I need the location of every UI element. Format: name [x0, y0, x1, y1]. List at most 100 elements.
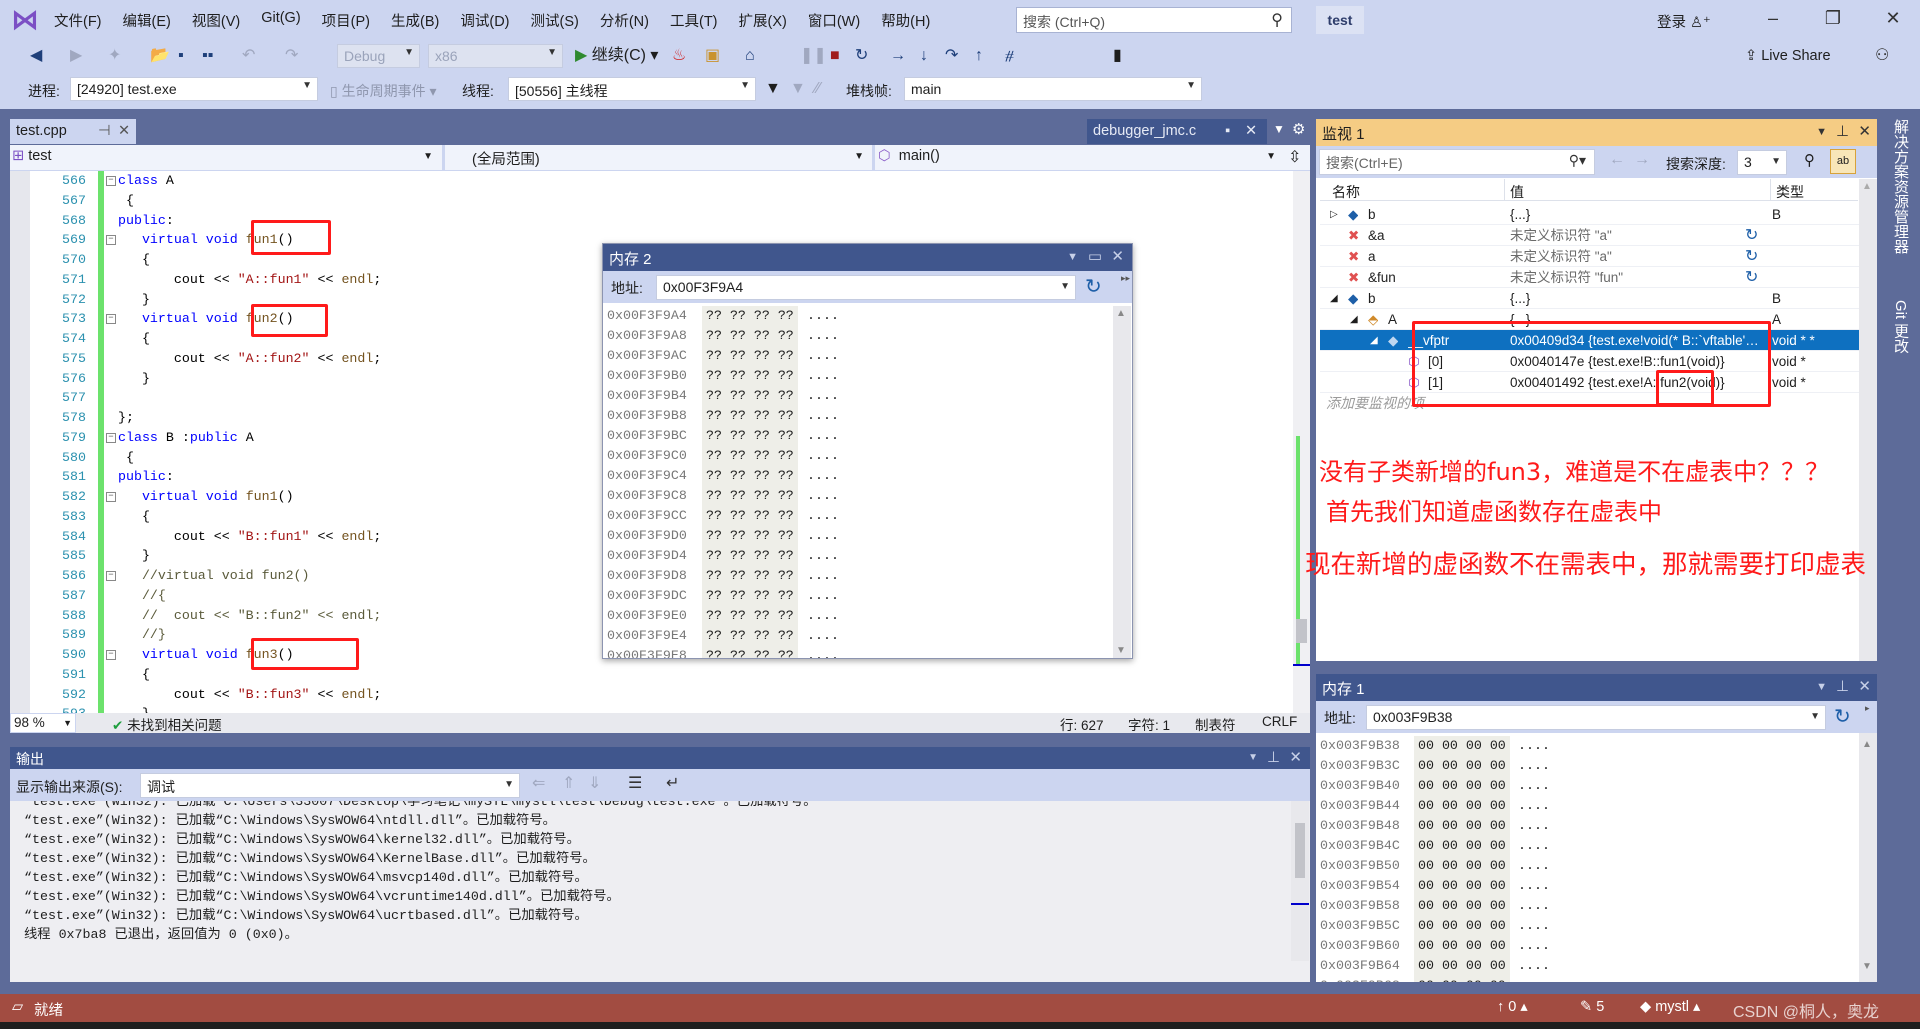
- hot-reload-icon[interactable]: ♨: [672, 45, 686, 67]
- tab-debugger-jmc[interactable]: debugger_jmc.c ▪ ✕: [1087, 119, 1267, 144]
- refresh-icon[interactable]: ↻: [1834, 704, 1851, 729]
- stop-icon[interactable]: ■: [830, 45, 840, 67]
- split-editor-icon[interactable]: ⇳: [1288, 147, 1301, 167]
- dropdown-icon[interactable]: ▼: [1816, 681, 1827, 693]
- memory-1-scrollbar[interactable]: ▲ ▼: [1859, 733, 1877, 982]
- indent-indicator[interactable]: 制表符: [1195, 714, 1236, 734]
- project-dropdown[interactable]: ⊞ test ▼: [12, 148, 437, 168]
- refresh-icon[interactable]: ↻: [1085, 274, 1102, 299]
- menu-item[interactable]: 文件(F): [54, 10, 102, 31]
- address-input[interactable]: 0x00F3F9A4 ▼: [656, 275, 1076, 300]
- pin-filter-icon[interactable]: ⚲: [1804, 151, 1815, 169]
- pin-icon[interactable]: ⊣: [98, 123, 111, 139]
- pause-icon[interactable]: ❚❚: [800, 45, 827, 67]
- watch-row[interactable]: ◢ ◆ __vfptr 0x00409d34 {test.exe!void(* B::…: [1320, 330, 1873, 351]
- dropdown-icon[interactable]: ▼: [1067, 251, 1078, 263]
- editor-vertical-scrollbar[interactable]: [1293, 171, 1310, 713]
- tab-test-cpp[interactable]: test.cpp ⊣ ✕: [10, 119, 136, 144]
- watch-name[interactable]: b: [1368, 288, 1503, 309]
- close-icon[interactable]: ✕: [1858, 677, 1871, 695]
- memory-bytes[interactable]: ?? ?? ?? ??: [702, 446, 798, 466]
- memory-bytes[interactable]: 00 00 00 00: [1414, 956, 1510, 976]
- side-tab-solution-explorer[interactable]: 解决方案资源管理器: [1890, 119, 1911, 254]
- application-icon[interactable]: ⌂: [745, 45, 755, 67]
- memory-bytes[interactable]: ?? ?? ?? ??: [702, 346, 798, 366]
- output-source-select[interactable]: 调试 ▼: [140, 773, 520, 798]
- watch-name[interactable]: a: [1368, 246, 1503, 267]
- watch-value[interactable]: {...}: [1510, 288, 1766, 309]
- clear-all-icon[interactable]: ☰: [628, 773, 642, 795]
- column-header-value[interactable]: 值: [1510, 182, 1524, 202]
- filter-icon[interactable]: ▼: [765, 78, 781, 100]
- flag-threads-icon[interactable]: ⁄⁄: [815, 78, 820, 100]
- step-over-icon[interactable]: ↷: [945, 45, 958, 67]
- menu-item[interactable]: 窗口(W): [808, 10, 860, 31]
- collapse-icon[interactable]: −: [106, 492, 116, 502]
- redo-icon[interactable]: ↷: [285, 45, 298, 67]
- watch-value[interactable]: 未定义标识符 "a": [1510, 225, 1766, 246]
- menu-item[interactable]: 测试(S): [531, 10, 579, 31]
- pin-icon[interactable]: ⊥: [1267, 748, 1280, 766]
- menu-item[interactable]: 分析(N): [600, 10, 649, 31]
- maximize-icon[interactable]: ▭: [1088, 247, 1102, 265]
- memory-bytes[interactable]: 00 00 00 00: [1414, 916, 1510, 936]
- memory-bytes[interactable]: 00 00 00 00: [1414, 856, 1510, 876]
- filter-off-icon[interactable]: ▼: [790, 78, 806, 100]
- refresh-icon[interactable]: ↻: [1745, 246, 1758, 267]
- settings-gear-icon[interactable]: ⚙: [1292, 120, 1305, 138]
- memory-2-scrollbar[interactable]: ▲ ▼: [1113, 306, 1131, 658]
- show-next-statement-icon[interactable]: →: [890, 45, 906, 67]
- collapse-icon[interactable]: −: [106, 432, 116, 443]
- bookmark-icon[interactable]: ▮: [1113, 45, 1122, 67]
- push-indicator[interactable]: ↑ 0 ▴: [1497, 999, 1528, 1015]
- memory-bytes[interactable]: ?? ?? ?? ??: [702, 406, 798, 426]
- watch-name[interactable]: A: [1388, 309, 1503, 330]
- watch-row[interactable]: ◢ ◆ b {...} B: [1320, 288, 1873, 309]
- hex-display-icon[interactable]: ⧣: [1005, 45, 1014, 67]
- watch-name[interactable]: b: [1368, 204, 1503, 225]
- forward-icon[interactable]: ▶: [70, 45, 82, 67]
- watch-name[interactable]: [0]: [1428, 351, 1503, 372]
- watch-name[interactable]: &fun: [1368, 267, 1503, 288]
- changes-indicator[interactable]: ✎ 5: [1580, 999, 1604, 1015]
- hex-toggle-icon[interactable]: ab: [1830, 149, 1856, 174]
- process-select[interactable]: [24920] test.exe ▼: [70, 77, 318, 101]
- repository-indicator[interactable]: ◆ mystl ▴: [1640, 999, 1700, 1015]
- collapse-icon[interactable]: −: [106, 176, 116, 186]
- platform-select[interactable]: x86 ▼: [428, 44, 563, 68]
- restore-button[interactable]: ❐: [1818, 8, 1848, 29]
- issues-indicator[interactable]: ✔ 未找到相关问题: [112, 714, 222, 734]
- restart-icon[interactable]: ↻: [855, 45, 868, 67]
- close-tab-icon[interactable]: ✕: [1245, 123, 1257, 139]
- goto-location-icon[interactable]: ⇐: [532, 773, 545, 795]
- scroll-up-icon[interactable]: ▲: [1862, 739, 1872, 750]
- watch-row[interactable]: ⬡ [1] 0x00401492 {test.exe!A::fun2(void)} v…: [1320, 372, 1873, 393]
- output-scrollbar[interactable]: [1291, 801, 1309, 961]
- word-wrap-icon[interactable]: ↵: [666, 773, 679, 795]
- watch-titlebar[interactable]: 监视 1 ▼ ⊥ ✕: [1316, 119, 1877, 146]
- minimize-button[interactable]: –: [1758, 8, 1788, 29]
- zoom-select[interactable]: 98 % ▼: [10, 713, 76, 733]
- memory-1-titlebar[interactable]: 内存 1 ▼ ⊥ ✕: [1316, 674, 1877, 701]
- overflow-icon[interactable]: ▸▸: [1121, 273, 1130, 284]
- memory-bytes[interactable]: ?? ?? ?? ??: [702, 386, 798, 406]
- feedback-icon[interactable]: ⚇: [1875, 45, 1889, 67]
- collapse-icon[interactable]: −: [106, 235, 116, 246]
- memory-bytes[interactable]: 00 00 00 00: [1414, 836, 1510, 856]
- collapse-icon[interactable]: −: [106, 650, 116, 660]
- close-icon[interactable]: ✕: [1289, 748, 1302, 766]
- watch-row[interactable]: ⬡ [0] 0x0040147e {test.exe!B::fun1(void)} v…: [1320, 351, 1873, 372]
- stackframe-select[interactable]: main ▼: [904, 77, 1202, 101]
- menu-item[interactable]: 工具(T): [670, 10, 718, 31]
- add-watch-item-input[interactable]: 添加要监视的项: [1326, 393, 1424, 413]
- scrollbar-thumb[interactable]: [1295, 823, 1305, 878]
- tab-list-dropdown-icon[interactable]: ▼: [1273, 122, 1285, 136]
- solution-config-select[interactable]: Debug ▼: [337, 44, 420, 68]
- memory-bytes[interactable]: ?? ?? ?? ??: [702, 426, 798, 446]
- close-icon[interactable]: ✕: [1858, 122, 1871, 140]
- watch-row[interactable]: ✖ a 未定义标识符 "a" ↻: [1320, 246, 1873, 267]
- memory-2-titlebar[interactable]: 内存 2 ▼ ▭ ✕: [603, 244, 1132, 271]
- scrollbar-thumb[interactable]: [1296, 619, 1307, 643]
- menu-item[interactable]: 项目(P): [322, 10, 370, 31]
- watch-row[interactable]: ✖ &fun 未定义标识符 "fun" ↻: [1320, 267, 1873, 288]
